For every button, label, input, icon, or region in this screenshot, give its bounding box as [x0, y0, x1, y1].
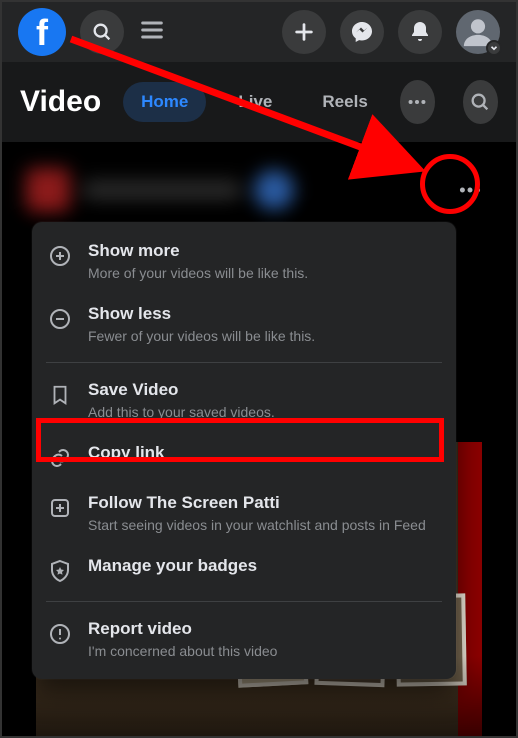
menu-item-title: Manage your badges — [88, 555, 257, 577]
search-icon — [91, 21, 113, 43]
menu-item-title: Follow The Screen Patti — [88, 492, 426, 514]
minus-circle-icon — [48, 307, 72, 331]
chevron-down-icon — [489, 43, 499, 53]
messenger-button[interactable] — [340, 10, 384, 54]
facebook-logo[interactable]: f — [18, 8, 66, 56]
menu-manage-badges[interactable]: Manage your badges — [32, 545, 456, 595]
menu-divider — [46, 601, 442, 602]
tab-live[interactable]: Live — [220, 82, 290, 122]
menu-item-sub: Add this to your saved videos. — [88, 403, 275, 422]
menu-item-title: Save Video — [88, 379, 275, 401]
account-avatar[interactable] — [456, 10, 500, 54]
page-title: Video — [20, 85, 101, 119]
hamburger-icon — [138, 16, 166, 44]
menu-report-video[interactable]: Report video I'm concerned about this vid… — [32, 608, 456, 671]
notifications-button[interactable] — [398, 10, 442, 54]
menu-item-title: Copy link — [88, 442, 165, 464]
post-author-blurred — [26, 168, 294, 212]
post-more-button[interactable] — [448, 168, 492, 212]
dots-icon — [406, 91, 428, 113]
alert-circle-icon — [48, 622, 72, 646]
menu-item-title: Show less — [88, 303, 315, 325]
menu-copy-link[interactable]: Copy link — [32, 432, 456, 482]
menu-item-sub: More of your videos will be like this. — [88, 264, 308, 283]
menu-show-less[interactable]: Show less Fewer of your videos will be li… — [32, 293, 456, 356]
menu-save-video[interactable]: Save Video Add this to your saved videos. — [32, 369, 456, 432]
video-search-button[interactable] — [463, 80, 498, 124]
menu-show-more[interactable]: Show more More of your videos will be lik… — [32, 230, 456, 293]
plus-circle-icon — [48, 244, 72, 268]
menu-item-title: Show more — [88, 240, 308, 262]
post-options-menu: Show more More of your videos will be lik… — [32, 222, 456, 679]
tab-reels[interactable]: Reels — [304, 82, 385, 122]
messenger-icon — [350, 20, 374, 44]
hamburger-button[interactable] — [138, 16, 166, 49]
link-icon — [48, 446, 72, 470]
tab-more-button[interactable] — [400, 80, 435, 124]
search-button[interactable] — [80, 10, 124, 54]
badge-icon — [48, 559, 72, 583]
top-header: f — [2, 2, 516, 62]
tab-home[interactable]: Home — [123, 82, 206, 122]
menu-item-sub: Start seeing videos in your watchlist an… — [88, 516, 426, 535]
follow-icon — [48, 496, 72, 520]
avatar-chevron-badge — [486, 40, 502, 56]
bookmark-icon — [49, 383, 71, 407]
app-frame: f Vi — [0, 0, 518, 738]
video-subnav: Video Home Live Reels — [2, 62, 516, 142]
menu-divider — [46, 362, 442, 363]
bell-icon — [408, 20, 432, 44]
menu-item-sub: Fewer of your videos will be like this. — [88, 327, 315, 346]
search-icon — [469, 91, 491, 113]
header-left: f — [18, 8, 166, 56]
menu-item-sub: I'm concerned about this video — [88, 642, 277, 661]
menu-follow[interactable]: Follow The Screen Patti Start seeing vide… — [32, 482, 456, 545]
plus-icon — [293, 21, 315, 43]
create-button[interactable] — [282, 10, 326, 54]
header-right — [282, 10, 500, 54]
dots-icon — [457, 177, 483, 203]
menu-item-title: Report video — [88, 618, 277, 640]
